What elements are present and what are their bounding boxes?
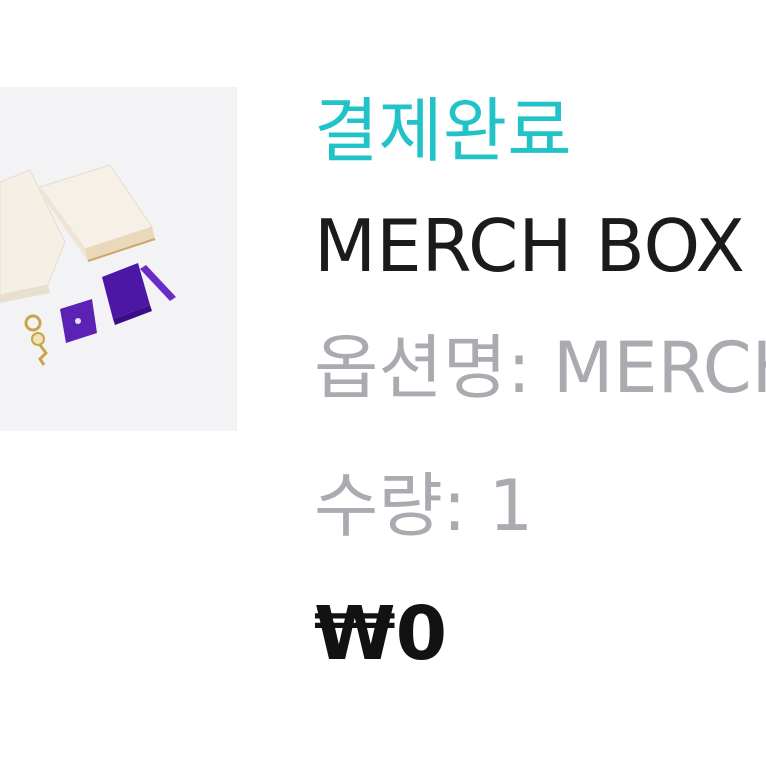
quantity-label: 수량: 1 bbox=[314, 465, 534, 547]
product-name[interactable]: MERCH BOX bbox=[314, 210, 745, 282]
product-thumbnail[interactable] bbox=[0, 87, 237, 431]
price-label: ₩0 bbox=[314, 591, 448, 677]
order-item-card[interactable]: 결제완료 MERCH BOX 옵션명: MERCH BOX 수량: 1 ₩0 bbox=[0, 0, 766, 766]
order-item-info: 결제완료 MERCH BOX 옵션명: MERCH BOX 수량: 1 ₩0 bbox=[314, 0, 766, 766]
merch-box-product-image bbox=[0, 164, 176, 366]
payment-status-label: 결제완료 bbox=[314, 90, 572, 172]
option-label: 옵션명: MERCH BOX bbox=[314, 327, 766, 409]
